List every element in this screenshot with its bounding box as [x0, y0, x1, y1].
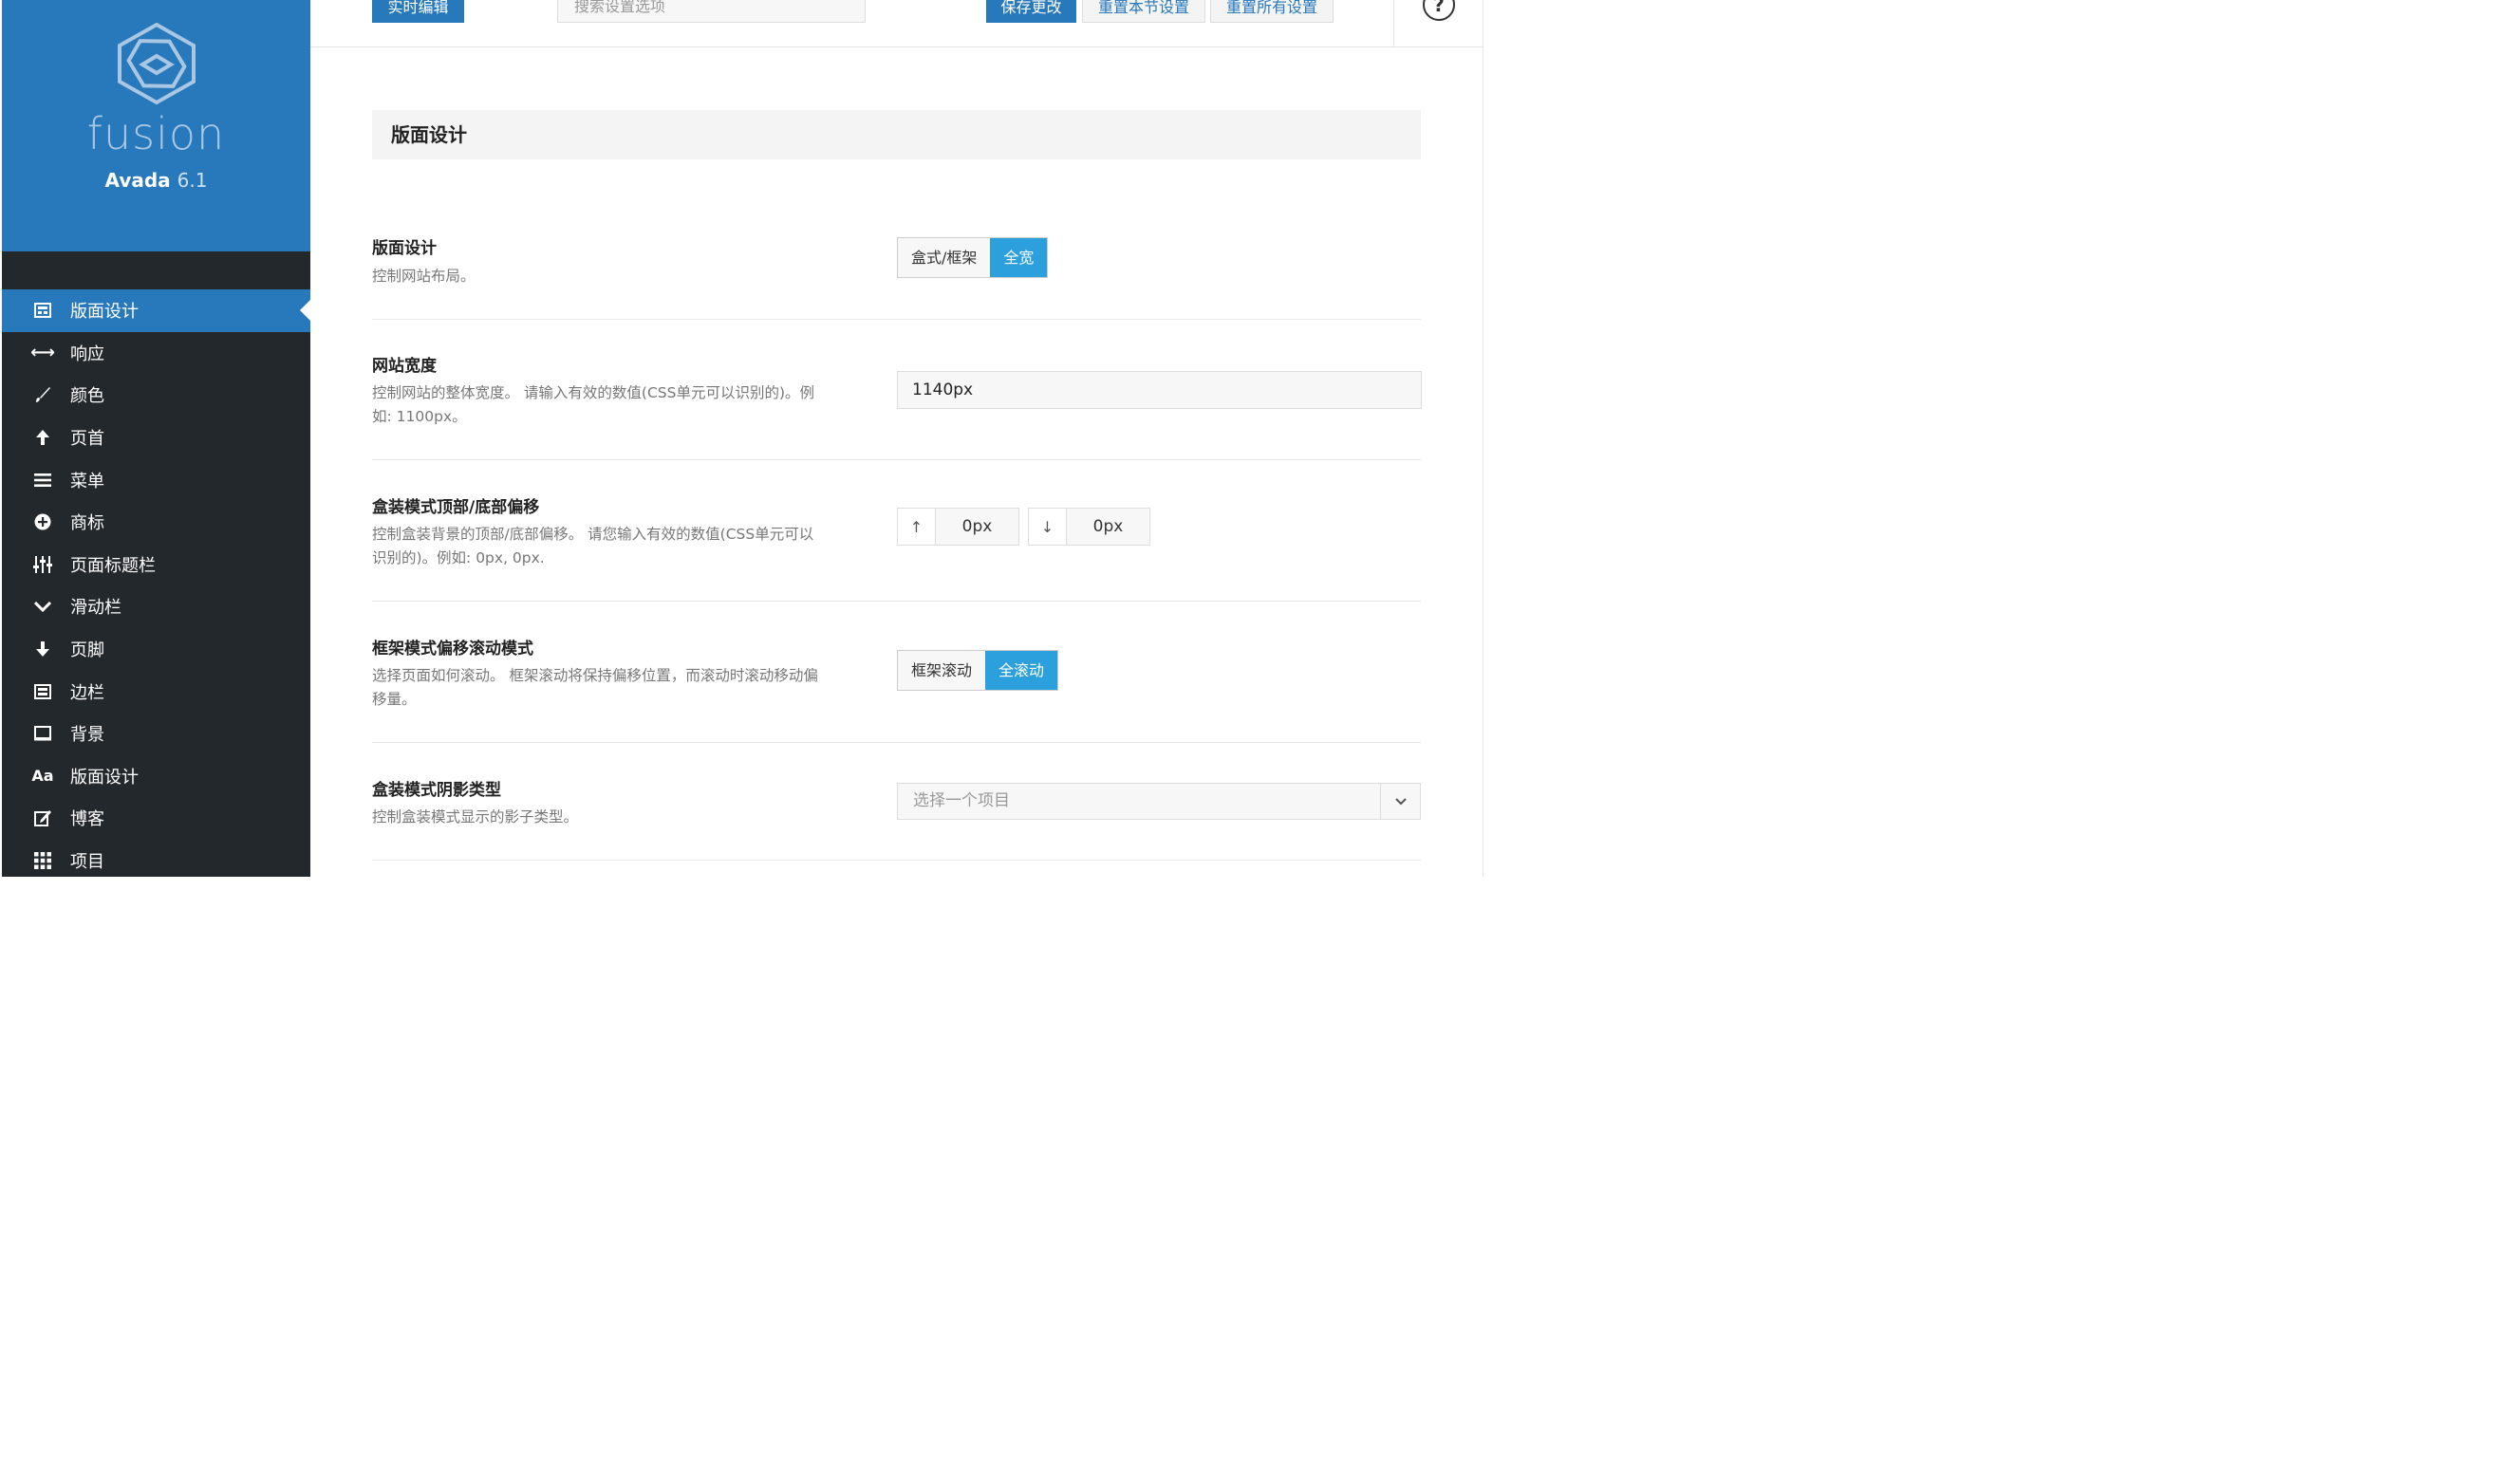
reset-all-button[interactable]: 重置所有设置 — [1210, 0, 1334, 23]
fusion-logo-icon — [118, 22, 196, 105]
sidebar-item-label: 版面设计 — [70, 302, 139, 323]
reset-section-button[interactable]: 重置本节设置 — [1082, 0, 1205, 23]
sidebar-item-label: 项目 — [70, 852, 104, 873]
sidebar-item-portfolio[interactable]: 项目 — [2, 840, 310, 882]
site-width-title: 网站宽度 — [372, 357, 437, 376]
layout-icon — [32, 300, 53, 321]
boxed-shadow-title: 盒装模式阴影类型 — [372, 781, 501, 800]
frame-scroll-option-full[interactable]: 全滚动 — [985, 651, 1058, 690]
sidebar-item-label: 版面设计 — [70, 767, 139, 788]
brand-version: Avada 6.1 — [2, 167, 310, 194]
layout-setting-desc: 控制网站布局。 — [372, 268, 476, 285]
chevron-down-icon[interactable] — [1380, 784, 1420, 819]
layout-option-wide[interactable]: 全宽 — [990, 238, 1048, 277]
sidebar-item-page-title-bar[interactable]: 页面标题栏 — [2, 544, 310, 586]
row-divider — [372, 860, 1421, 861]
arrow-down-icon — [32, 639, 53, 659]
sidebar-item-label: 边栏 — [70, 682, 104, 703]
sidebar-item-responsive[interactable]: ⟷ 响应 — [2, 332, 310, 375]
arrow-up-icon — [32, 427, 53, 448]
sidebar-item-colors[interactable]: 颜色 — [2, 374, 310, 417]
version-number: 6.1 — [177, 169, 208, 192]
row-divider — [372, 742, 1421, 743]
boxed-offset-desc: 控制盒装背景的顶部/底部偏移。 请您输入有效的数值(CSS单元可以识别的)。例如… — [372, 526, 814, 566]
boxed-shadow-desc: 控制盒装模式显示的影子类型。 — [372, 808, 579, 825]
sidebar-item-header[interactable]: 页首 — [2, 417, 310, 459]
offset-bottom-value[interactable]: 0px — [1067, 509, 1149, 545]
layout-button-set: 盒式/框架 全宽 — [897, 237, 1049, 278]
row-divider — [372, 459, 1421, 460]
sidebar-item-label: 菜单 — [70, 471, 104, 492]
sidebar-layout-icon — [32, 681, 53, 702]
sidebar-item-footer[interactable]: 页脚 — [2, 628, 310, 671]
offset-top-value[interactable]: 0px — [936, 509, 1018, 545]
sidebar-item-slider[interactable]: 滑动栏 — [2, 585, 310, 628]
monitor-icon — [32, 723, 53, 744]
boxed-shadow-select[interactable]: 选择一个项目 — [897, 783, 1421, 820]
save-changes-button[interactable]: 保存更改 — [986, 0, 1076, 23]
arrow-up-icon: ↑ — [898, 509, 936, 545]
search-input[interactable]: 搜索设置选项 — [557, 0, 866, 23]
layout-setting-title: 版面设计 — [372, 239, 437, 258]
sidebar-nav: 版面设计 ⟷ 响应 颜色 页首 菜单 商标 页面标题栏 滑动栏 页脚 边栏 背景… — [2, 289, 310, 881]
product-name: Avada — [104, 169, 171, 192]
brand-wordmark: fusion — [86, 108, 226, 159]
menu-icon — [32, 470, 53, 491]
help-icon[interactable]: ? — [1423, 0, 1455, 21]
boxed-offset-title: 盒装模式顶部/底部偏移 — [372, 498, 540, 517]
brand-panel: fusion Avada 6.1 — [2, 0, 310, 251]
grid-icon — [32, 850, 53, 871]
frame-scroll-desc: 选择页面如何滚动。 框架滚动将保持偏移位置，而滚动时滚动移动偏移量。 — [372, 667, 818, 708]
sidebar-item-label: 博客 — [70, 809, 104, 830]
live-edit-button[interactable]: 实时编辑 — [372, 0, 464, 23]
sidebar-item-label: 背景 — [70, 725, 104, 746]
sidebar-item-label: 页首 — [70, 429, 104, 450]
offset-top-field[interactable]: ↑ 0px — [897, 508, 1019, 546]
sliders-icon — [32, 554, 53, 575]
top-toolbar: 实时编辑 搜索设置选项 保存更改 重置本节设置 重置所有设置 ? — [310, 0, 1483, 47]
site-width-input[interactable]: 1140px — [897, 371, 1422, 409]
toolbar-divider — [1393, 0, 1394, 47]
sidebar-item-logo[interactable]: 商标 — [2, 501, 310, 544]
chevron-down-icon — [32, 596, 53, 617]
sidebar: fusion Avada 6.1 版面设计 ⟷ 响应 颜色 页首 菜单 商标 页… — [2, 0, 310, 877]
frame-scroll-button-set: 框架滚动 全滚动 — [897, 650, 1059, 691]
select-placeholder: 选择一个项目 — [913, 791, 1010, 810]
sidebar-item-label: 颜色 — [70, 386, 104, 407]
sidebar-item-typography[interactable]: Aa 版面设计 — [2, 755, 310, 798]
brush-icon — [32, 384, 53, 405]
sidebar-item-label: 响应 — [70, 343, 104, 364]
sidebar-item-label: 商标 — [70, 513, 104, 534]
frame-scroll-title: 框架模式偏移滚动模式 — [372, 640, 533, 659]
sidebar-item-layout[interactable]: 版面设计 — [2, 289, 310, 332]
sidebar-item-menu[interactable]: 菜单 — [2, 458, 310, 501]
sidebar-item-label: 页面标题栏 — [70, 555, 156, 576]
section-title: 版面设计 — [372, 110, 1421, 159]
layout-option-boxed[interactable]: 盒式/框架 — [898, 238, 991, 277]
sidebar-item-label: 滑动栏 — [70, 598, 121, 619]
arrow-down-icon: ↓ — [1029, 509, 1067, 545]
row-divider — [372, 319, 1421, 320]
sidebar-item-sidebar[interactable]: 边栏 — [2, 670, 310, 713]
site-width-desc: 控制网站的整体宽度。 请输入有效的数值(CSS单元可以识别的)。例如: 1100… — [372, 384, 815, 425]
frame-scroll-option-frame[interactable]: 框架滚动 — [898, 651, 986, 690]
arrows-horizontal-icon: ⟷ — [30, 343, 55, 363]
sidebar-item-label: 页脚 — [70, 640, 104, 661]
offset-bottom-field[interactable]: ↓ 0px — [1028, 508, 1150, 546]
plus-circle-icon — [32, 511, 53, 532]
sidebar-item-blog[interactable]: 博客 — [2, 797, 310, 840]
row-divider — [372, 601, 1421, 602]
typography-icon: Aa — [31, 767, 54, 786]
sidebar-item-background[interactable]: 背景 — [2, 713, 310, 755]
edit-icon — [32, 807, 53, 828]
